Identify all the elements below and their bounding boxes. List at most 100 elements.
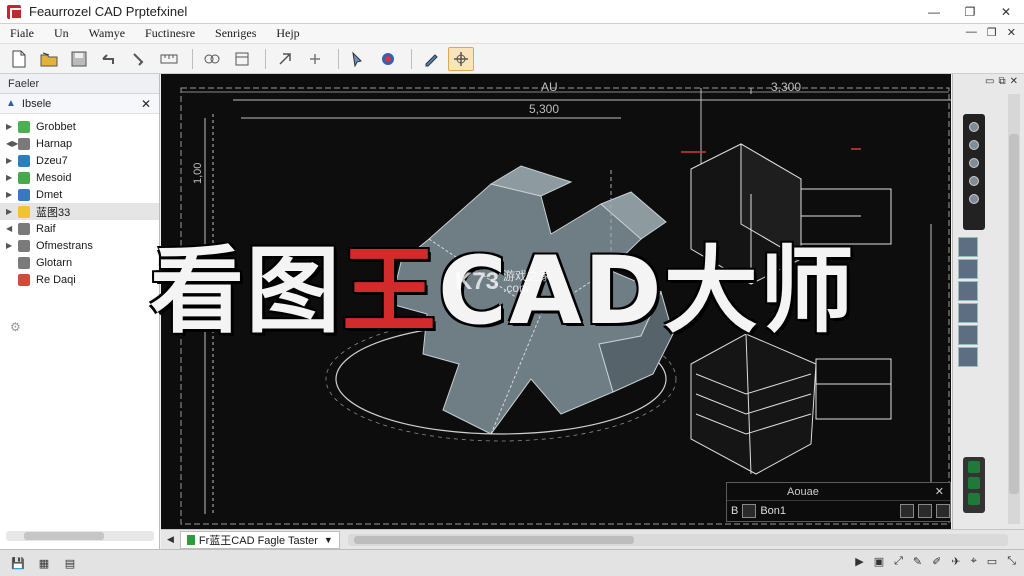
tree-item[interactable]: ▶ Ofmestrans xyxy=(0,237,159,254)
zoom-icon[interactable] xyxy=(969,140,979,150)
walk-icon[interactable] xyxy=(969,194,979,204)
menu-functions[interactable]: Fuctinesre xyxy=(135,26,205,41)
tree-item[interactable]: Re Daqi xyxy=(0,271,159,288)
save-button[interactable] xyxy=(66,47,92,71)
expand-arrow-icon[interactable]: ▶ xyxy=(6,122,18,131)
chevron-down-icon[interactable]: ▼ xyxy=(324,535,333,545)
measure-button[interactable] xyxy=(156,47,182,71)
new-file-icon xyxy=(12,50,26,67)
scrollbar-thumb[interactable] xyxy=(353,535,634,544)
tree-item[interactable]: ▶ Grobbet xyxy=(0,118,159,135)
brush-icon[interactable] xyxy=(742,504,757,518)
edit-icon[interactable] xyxy=(936,504,950,518)
palette-prefix: B xyxy=(731,505,739,517)
color-button[interactable] xyxy=(375,47,401,71)
lineweight-icon[interactable]: ⌖ xyxy=(971,555,977,568)
expand-arrow-icon[interactable]: ▶ xyxy=(6,156,18,165)
model-space-icon[interactable]: ▦ xyxy=(34,555,54,571)
scrollbar-thumb[interactable] xyxy=(1009,134,1019,494)
close-icon[interactable]: ✕ xyxy=(141,97,151,111)
panel-top-row[interactable]: ▲ Ibsele ✕ xyxy=(0,94,159,114)
zoom-button[interactable] xyxy=(302,47,328,71)
settings-icon[interactable]: ▭ xyxy=(987,555,997,568)
layers-icon[interactable] xyxy=(918,504,932,518)
polar-icon[interactable]: ✐ xyxy=(932,555,941,568)
view-tile[interactable] xyxy=(958,281,978,301)
expand-arrow-icon[interactable]: ▶ xyxy=(6,207,18,216)
layers-button[interactable] xyxy=(199,47,225,71)
menu-help[interactable]: Hejp xyxy=(266,26,309,41)
snap-button[interactable] xyxy=(448,46,474,71)
properties-palette[interactable]: Aouae ✕ B Bon1 xyxy=(726,482,951,522)
horizontal-scrollbar[interactable] xyxy=(6,531,154,541)
tree-item[interactable]: ◀ Raif xyxy=(0,220,159,237)
color-wheel-icon xyxy=(382,52,394,65)
pan-icon[interactable] xyxy=(969,158,979,168)
close-icon[interactable]: ✕ xyxy=(935,485,944,498)
palette-field[interactable]: Bon1 xyxy=(760,505,786,517)
folder-icon xyxy=(18,256,30,269)
minimize-icon[interactable]: ▭ xyxy=(985,76,994,88)
home-view-icon[interactable] xyxy=(968,461,980,473)
new-file-button[interactable] xyxy=(6,47,32,71)
orbit-icon[interactable] xyxy=(969,122,979,132)
expand-arrow-icon[interactable]: ▶ xyxy=(6,173,18,182)
tree-item[interactable]: ▶ Dzeu7 xyxy=(0,152,159,169)
top-view-icon[interactable] xyxy=(968,493,980,505)
tree-item[interactable]: Glotarn xyxy=(0,254,159,271)
print-button[interactable] xyxy=(229,47,255,71)
save-icon[interactable]: 💾 xyxy=(8,555,28,571)
watermark-sub2: .com xyxy=(503,281,530,295)
close-button[interactable]: ✕ xyxy=(988,0,1024,24)
tab-layout[interactable]: Fr蓝王CAD Fagle Taster ▼ xyxy=(179,530,340,549)
edit-pen-button[interactable] xyxy=(418,47,444,71)
pin-icon[interactable]: ⧉ xyxy=(998,76,1005,88)
front-view-icon[interactable] xyxy=(968,477,980,489)
doc-close-button[interactable]: ✕ xyxy=(1007,26,1016,39)
menu-file[interactable]: Fiale xyxy=(0,26,44,41)
view-tile[interactable] xyxy=(958,347,978,367)
minimize-button[interactable]: — xyxy=(916,0,952,24)
expand-arrow-icon[interactable]: ◀▶ xyxy=(6,139,18,148)
pen-icon[interactable] xyxy=(900,504,914,518)
redo-button[interactable] xyxy=(126,47,152,71)
toolbar-separator xyxy=(338,48,339,69)
pan-button[interactable] xyxy=(272,47,298,71)
fullscreen-icon[interactable]: ⤡ xyxy=(1007,555,1016,568)
vertical-scrollbar[interactable] xyxy=(1008,94,1020,524)
view-tile[interactable] xyxy=(958,325,978,345)
gear-icon[interactable]: ⚙ xyxy=(10,320,21,334)
tree-item[interactable]: ▶ 蓝图33 xyxy=(0,203,159,220)
view-tile[interactable] xyxy=(958,259,978,279)
menu-view[interactable]: Wamye xyxy=(79,26,135,41)
tab-scroll-left-icon[interactable]: ◀ xyxy=(167,534,174,545)
document-icon: ▲ xyxy=(6,98,16,109)
cursor-icon[interactable]: ▶ xyxy=(855,555,863,568)
expand-arrow-icon[interactable]: ▶ xyxy=(6,190,18,199)
horizontal-scrollbar[interactable] xyxy=(347,533,1008,546)
tree-item[interactable]: ▶ Dmet xyxy=(0,186,159,203)
scrollbar-thumb[interactable] xyxy=(24,532,104,540)
osnap-icon[interactable]: ✈ xyxy=(951,555,960,568)
undo-button[interactable] xyxy=(96,47,122,71)
menu-edit[interactable]: Un xyxy=(44,26,79,41)
select-button[interactable] xyxy=(345,47,371,71)
grid-icon[interactable]: ▣ xyxy=(874,555,884,568)
doc-restore-button[interactable]: ❐ xyxy=(987,26,997,39)
tree-item[interactable]: ◀▶ Harnap xyxy=(0,135,159,152)
view-tile[interactable] xyxy=(958,303,978,323)
doc-minimize-button[interactable]: — xyxy=(966,26,977,39)
maximize-button[interactable]: ❐ xyxy=(952,0,988,24)
tree-item[interactable]: ▶ Mesoid xyxy=(0,169,159,186)
look-icon[interactable] xyxy=(969,176,979,186)
snap-icon[interactable]: ⤢ xyxy=(894,555,903,568)
collapse-arrow-icon[interactable]: ◀ xyxy=(6,224,18,233)
expand-arrow-icon[interactable]: ▶ xyxy=(6,241,18,250)
toolbar-separator xyxy=(192,48,193,69)
ortho-icon[interactable]: ✎ xyxy=(913,555,922,568)
menu-settings[interactable]: Senriges xyxy=(205,26,266,41)
open-button[interactable] xyxy=(36,47,62,71)
layout-space-icon[interactable]: ▤ xyxy=(60,555,80,571)
view-tile[interactable] xyxy=(958,237,978,257)
close-icon[interactable]: ✕ xyxy=(1010,76,1018,88)
